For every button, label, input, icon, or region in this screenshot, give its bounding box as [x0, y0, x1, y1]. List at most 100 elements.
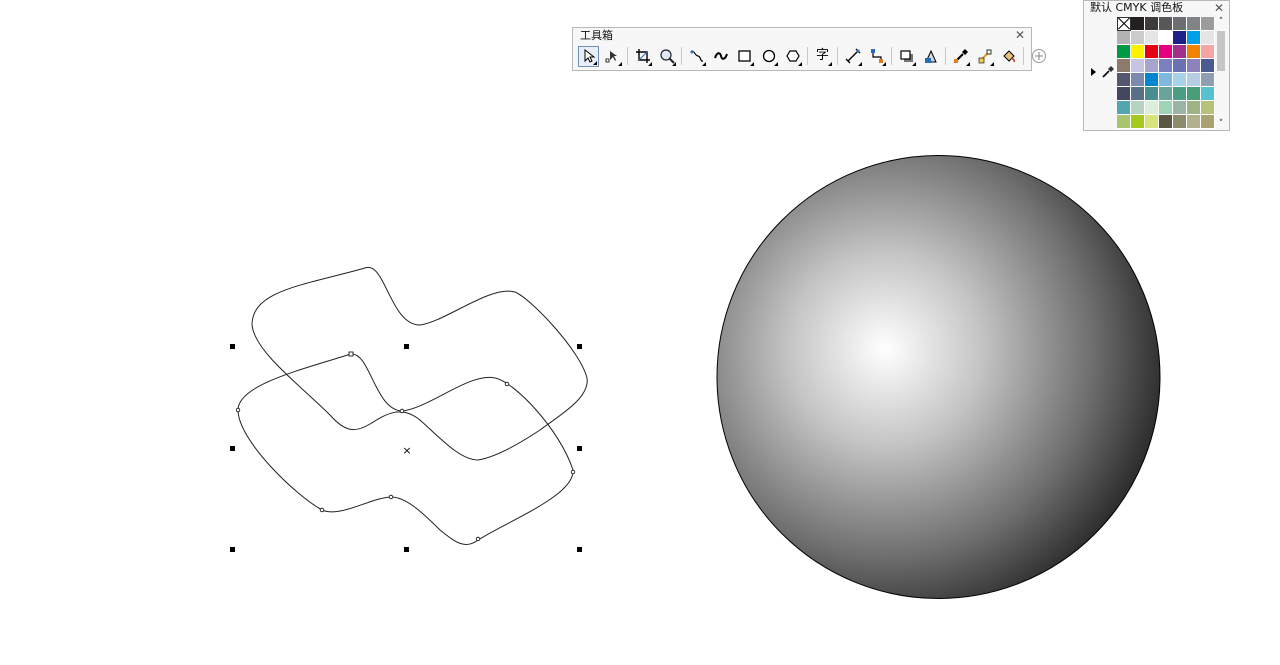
color-swatch[interactable] — [1145, 87, 1159, 101]
palette-scroll-thumb[interactable] — [1217, 31, 1225, 71]
palette-close-icon[interactable]: ✕ — [1214, 2, 1224, 14]
color-eyedropper-tool[interactable] — [950, 46, 971, 67]
color-swatch[interactable] — [1131, 101, 1145, 115]
color-swatch[interactable] — [1131, 87, 1145, 101]
curve-node[interactable] — [388, 494, 394, 500]
color-swatch[interactable] — [1159, 31, 1173, 45]
smart-fill-tool[interactable] — [998, 46, 1019, 67]
color-swatch[interactable] — [1145, 73, 1159, 87]
text-tool[interactable]: 字 — [812, 46, 833, 67]
color-swatch[interactable] — [1159, 45, 1173, 59]
color-swatch[interactable] — [1187, 17, 1201, 31]
handle-top-left[interactable] — [230, 344, 235, 349]
color-swatch[interactable] — [1159, 101, 1173, 115]
color-swatch[interactable] — [1117, 87, 1131, 101]
color-swatch[interactable] — [1159, 87, 1173, 101]
center-mark[interactable]: × — [402, 444, 411, 457]
handle-middle-left[interactable] — [230, 446, 235, 451]
zoom-tool[interactable] — [656, 46, 677, 67]
curve-node[interactable] — [235, 407, 241, 413]
color-swatch[interactable] — [1145, 101, 1159, 115]
color-swatch[interactable] — [1131, 73, 1145, 87]
handle-middle-right[interactable] — [577, 446, 582, 451]
color-swatch[interactable] — [1173, 59, 1187, 73]
connector-tool[interactable] — [866, 46, 887, 67]
palette-flyout-arrow-icon[interactable] — [1091, 68, 1096, 76]
gradient-sphere[interactable] — [716, 155, 1161, 599]
color-swatch[interactable] — [1117, 73, 1131, 87]
color-swatch[interactable] — [1145, 45, 1159, 59]
color-swatch[interactable] — [1173, 17, 1187, 31]
parallel-dimension-tool[interactable] — [842, 46, 863, 67]
wavy-shape-back[interactable] — [251, 267, 588, 461]
toolbox-close-icon[interactable]: ✕ — [1015, 29, 1025, 41]
transparency-tool[interactable] — [920, 46, 941, 67]
handle-bottom-right[interactable] — [577, 547, 582, 552]
handle-bottom-center[interactable] — [404, 547, 409, 552]
drop-shadow-tool[interactable] — [896, 46, 917, 67]
freehand-tool[interactable] — [686, 46, 707, 67]
color-swatch[interactable] — [1187, 115, 1201, 129]
interactive-fill-tool[interactable] — [974, 46, 995, 67]
palette-scroll-up-icon[interactable]: ˄ — [1216, 17, 1226, 27]
color-swatch[interactable] — [1117, 115, 1131, 129]
color-swatch[interactable] — [1131, 17, 1145, 31]
palette-scrollbar[interactable]: ˄ ˅ — [1216, 17, 1226, 129]
curve-node[interactable] — [348, 351, 354, 357]
color-swatch[interactable] — [1173, 31, 1187, 45]
curve-node[interactable] — [319, 507, 325, 513]
color-swatch[interactable] — [1117, 101, 1131, 115]
color-swatch[interactable] — [1117, 45, 1131, 59]
handle-top-center[interactable] — [404, 344, 409, 349]
add-tool[interactable] — [1028, 46, 1049, 67]
curve-node[interactable] — [570, 469, 576, 475]
curve-node[interactable] — [399, 408, 405, 414]
color-swatch[interactable] — [1201, 115, 1215, 129]
shape-tool[interactable] — [602, 46, 623, 67]
color-swatch[interactable] — [1187, 45, 1201, 59]
palette-eyedropper-icon[interactable] — [1101, 65, 1115, 79]
color-swatch[interactable] — [1201, 101, 1215, 115]
color-swatch[interactable] — [1117, 31, 1131, 45]
color-swatch[interactable] — [1173, 101, 1187, 115]
color-swatch[interactable] — [1173, 73, 1187, 87]
color-swatch[interactable] — [1187, 101, 1201, 115]
color-swatch[interactable] — [1187, 31, 1201, 45]
curve-node[interactable] — [504, 381, 510, 387]
color-swatch[interactable] — [1201, 17, 1215, 31]
polygon-tool[interactable] — [782, 46, 803, 67]
color-swatch[interactable] — [1201, 45, 1215, 59]
ellipse-tool[interactable] — [758, 46, 779, 67]
color-swatch[interactable] — [1201, 31, 1215, 45]
handle-bottom-left[interactable] — [230, 547, 235, 552]
color-swatch[interactable] — [1187, 59, 1201, 73]
crop-tool[interactable] — [632, 46, 653, 67]
color-swatch[interactable] — [1159, 17, 1173, 31]
color-swatch[interactable] — [1201, 87, 1215, 101]
color-swatch[interactable] — [1131, 45, 1145, 59]
color-swatch[interactable] — [1173, 115, 1187, 129]
palette-scroll-down-icon[interactable]: ˅ — [1216, 119, 1226, 129]
curve-node[interactable] — [475, 536, 481, 542]
no-color-swatch[interactable] — [1117, 17, 1131, 31]
color-swatch[interactable] — [1187, 73, 1201, 87]
color-swatch[interactable] — [1159, 73, 1173, 87]
color-swatch[interactable] — [1201, 73, 1215, 87]
color-swatch[interactable] — [1159, 115, 1173, 129]
color-swatch[interactable] — [1131, 59, 1145, 73]
color-swatch[interactable] — [1145, 115, 1159, 129]
color-swatch[interactable] — [1187, 87, 1201, 101]
artistic-media-tool[interactable] — [710, 46, 731, 67]
color-swatch[interactable] — [1145, 59, 1159, 73]
color-swatch[interactable] — [1201, 59, 1215, 73]
color-swatch[interactable] — [1131, 115, 1145, 129]
color-swatch[interactable] — [1173, 45, 1187, 59]
handle-top-right[interactable] — [577, 344, 582, 349]
color-swatch[interactable] — [1145, 17, 1159, 31]
color-swatch[interactable] — [1173, 87, 1187, 101]
pick-tool[interactable] — [578, 45, 599, 67]
rectangle-tool[interactable] — [734, 46, 755, 67]
color-swatch[interactable] — [1131, 31, 1145, 45]
color-swatch[interactable] — [1145, 31, 1159, 45]
color-swatch[interactable] — [1159, 59, 1173, 73]
